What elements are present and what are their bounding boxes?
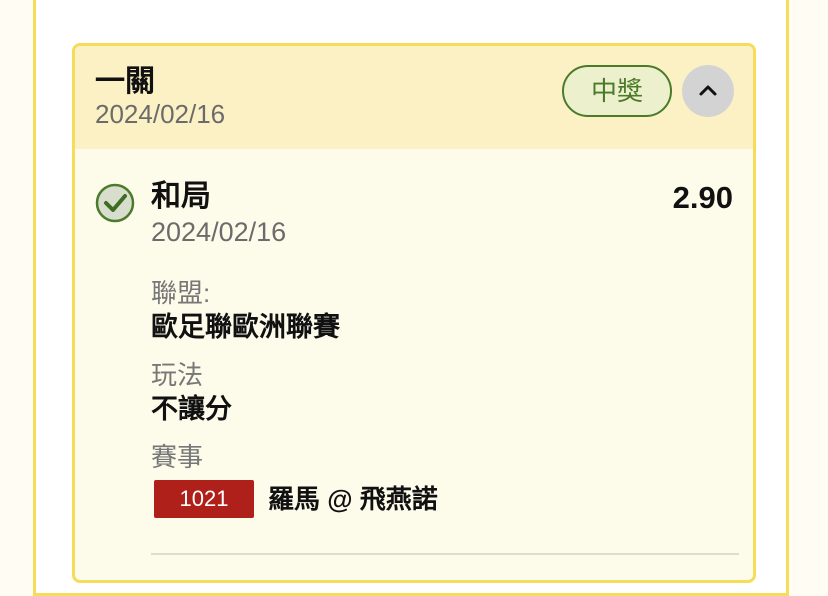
league-value: 歐足聯歐洲聯賽 <box>151 312 340 342</box>
pool-label: 玩法 <box>151 360 204 390</box>
bet-card: 一關 2024/02/16 中獎 和局 2024/02/16 2.90 聯盟: … <box>72 43 756 583</box>
match-name: 羅馬 @ 飛燕諾 <box>268 484 438 514</box>
divider <box>151 553 739 555</box>
match-label: 賽事 <box>151 442 204 472</box>
league-label: 聯盟: <box>151 278 211 308</box>
bet-type-title: 一關 <box>95 65 155 98</box>
chevron-up-icon <box>699 85 717 96</box>
status-badge: 中獎 <box>562 65 672 117</box>
bet-date: 2024/02/16 <box>95 99 226 129</box>
pool-value: 不讓分 <box>151 394 232 424</box>
selection-odds: 2.90 <box>672 180 733 215</box>
selection-name: 和局 <box>151 180 211 213</box>
match-number-badge: 1021 <box>154 480 254 518</box>
check-circle-icon <box>95 183 135 223</box>
collapse-button[interactable] <box>682 65 734 117</box>
bet-card-header[interactable]: 一關 2024/02/16 中獎 <box>75 46 753 149</box>
selection-date: 2024/02/16 <box>151 217 287 247</box>
